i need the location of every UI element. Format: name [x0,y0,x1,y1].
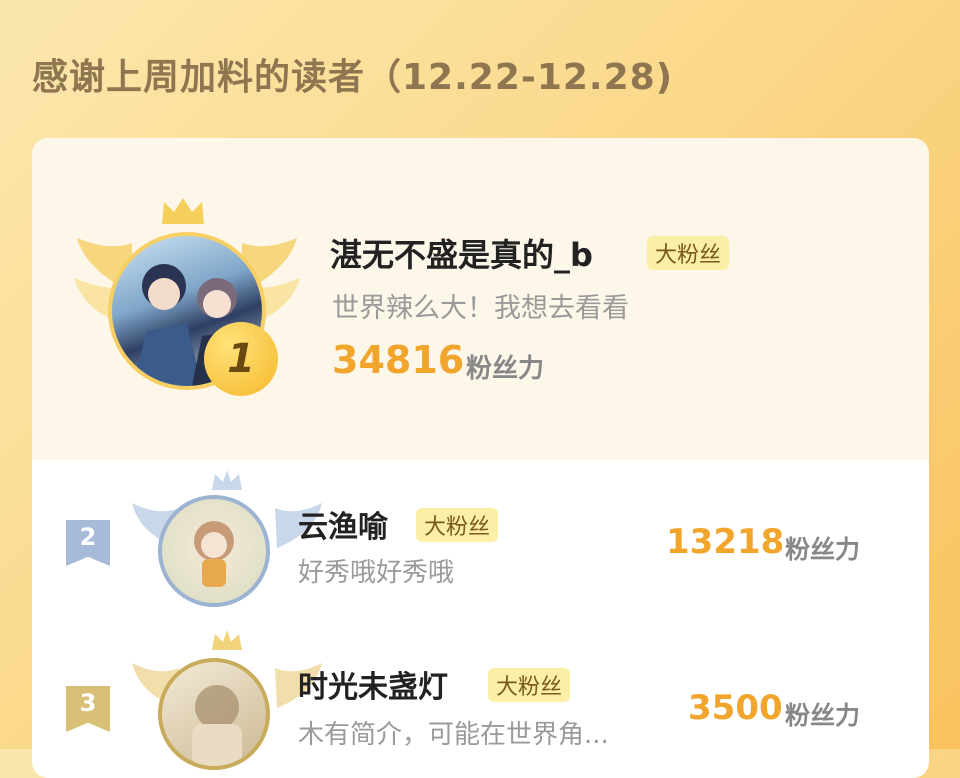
top-reader-name[interactable]: 湛无不盛是真的_b [330,230,593,276]
page-title: 感谢上周加料的读者（12.22-12.28) [32,57,674,98]
reader-score-unit: 粉丝力 [785,701,861,730]
top-reader-section[interactable]: 1 湛无不盛是真的_b 大粉丝 世界辣么大！我想去看看 34816 粉丝力 [32,138,929,460]
list-item-rank-3[interactable]: 3 时光未盏灯 大粉丝 木有简介，可能在世界角... 3500 粉丝力 [32,628,929,778]
avatar-illustration [192,685,242,766]
rank-2-number: 2 [79,523,97,551]
reader-bio: 木有简介，可能在世界角... [298,720,609,750]
top-reader-score: 34816 [332,338,465,382]
fan-badge: 大粉丝 [647,236,730,270]
reader-name[interactable]: 时光未盏灯 [298,662,448,706]
crown-icon [162,198,204,224]
rank-3-flag: 3 [66,686,110,732]
top-reader-score-unit: 粉丝力 [466,354,545,384]
reader-score: 13218 [666,522,785,562]
rank-1-number: 1 [227,336,255,382]
fan-badge: 大粉丝 [488,668,571,702]
fan-badge: 大粉丝 [416,508,499,542]
reader-score-unit: 粉丝力 [785,535,861,564]
avatar[interactable] [158,495,270,607]
leaderboard-card: 1 湛无不盛是真的_b 大粉丝 世界辣么大！我想去看看 34816 粉丝力 2 … [32,138,929,778]
reader-name[interactable]: 云渔喻 [298,502,388,546]
avatar[interactable] [158,658,270,770]
avatar-illustration [194,521,234,587]
rank-1-badge: 1 [204,322,278,396]
rank-2-flag: 2 [66,520,110,566]
rank-3-number: 3 [79,689,97,717]
list-item-rank-2[interactable]: 2 云渔喻 大粉丝 好秀哦好秀哦 13218 粉丝力 [32,460,929,628]
reader-score: 3500 [688,688,783,728]
reader-bio: 好秀哦好秀哦 [298,558,455,588]
top-reader-bio: 世界辣么大！我想去看看 [332,293,629,324]
